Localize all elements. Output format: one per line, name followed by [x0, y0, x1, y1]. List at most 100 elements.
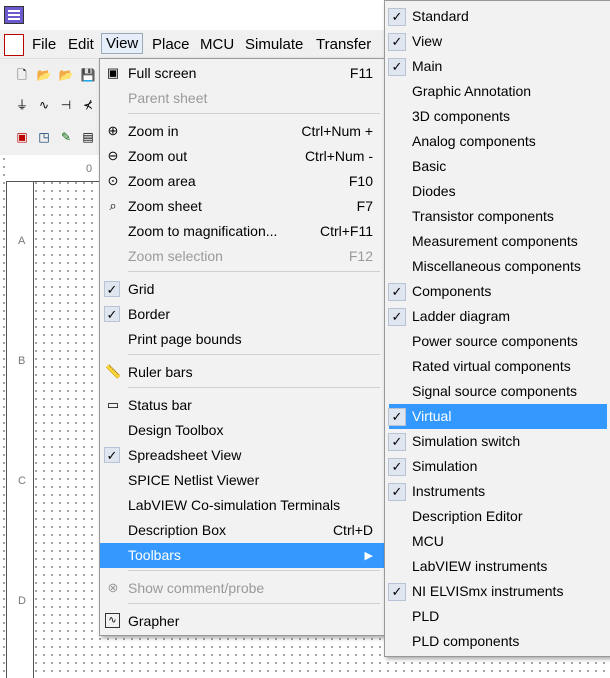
- toolbar-item-ladder-diagram[interactable]: ✓ Ladder diagram: [385, 304, 610, 329]
- transistor-icon[interactable]: ⊀: [80, 97, 96, 113]
- menu-simulate[interactable]: Simulate: [245, 36, 303, 53]
- new-file-icon[interactable]: 🗋: [14, 67, 30, 83]
- toolbar-item-description-editor[interactable]: Description Editor: [385, 504, 610, 529]
- multimeter-icon[interactable]: ▣: [14, 129, 30, 145]
- toolbar-item-signal-source-components[interactable]: Signal source components: [385, 379, 610, 404]
- menu-separator: [128, 570, 380, 571]
- menu-item-status-bar[interactable]: ▭ Status bar: [100, 393, 385, 418]
- title-bar: [0, 0, 386, 30]
- row-label: C: [18, 475, 26, 487]
- diode-icon[interactable]: ⊣: [58, 97, 74, 113]
- toolbar-item-3d-components[interactable]: 3D components: [385, 104, 610, 129]
- toolbar-item-rated-virtual-components[interactable]: Rated virtual components: [385, 354, 610, 379]
- menu-item-ruler-bars[interactable]: 📏 Ruler bars: [100, 360, 385, 385]
- toolbar-item-instruments[interactable]: ✓ Instruments: [385, 479, 610, 504]
- menu-view[interactable]: View: [101, 33, 144, 54]
- toolbar-item-label: Instruments: [412, 483, 486, 499]
- check-icon: ✓: [388, 408, 406, 426]
- menu-separator: [128, 113, 380, 114]
- row-label: D: [18, 595, 26, 607]
- toolbar-item-diodes[interactable]: Diodes: [385, 179, 610, 204]
- toolbar-item-label: PLD components: [412, 633, 520, 649]
- toolbar-item-labview-instruments[interactable]: LabVIEW instruments: [385, 554, 610, 579]
- document-icon[interactable]: [4, 34, 24, 56]
- toolbar-item-pld-components[interactable]: PLD components: [385, 629, 610, 654]
- check-icon: ✓: [388, 33, 406, 51]
- menu-item-show-comment-probe[interactable]: ⊗ Show comment/probe: [100, 576, 385, 601]
- toolbar-item-standard[interactable]: ✓ Standard: [385, 4, 610, 29]
- menu-item-full-screen[interactable]: ▣ Full screen F11: [100, 61, 385, 86]
- function-generator-icon[interactable]: ◳: [36, 129, 52, 145]
- toolbar-item-components[interactable]: ✓ Components: [385, 279, 610, 304]
- menu-item-shortcut: Ctrl+F11: [319, 223, 373, 239]
- toolbar-item-power-source-components[interactable]: Power source components: [385, 329, 610, 354]
- toolbar-item-measurement-components[interactable]: Measurement components: [385, 229, 610, 254]
- oscilloscope-icon[interactable]: ▤: [80, 129, 96, 145]
- menu-item-zoom-sheet[interactable]: ⌕ Zoom sheet F7: [100, 194, 385, 219]
- toolbar-item-analog-components[interactable]: Analog components: [385, 129, 610, 154]
- toolbar-item-label: PLD: [412, 608, 440, 624]
- menu-item-labview-cosim-terminals[interactable]: LabVIEW Co-simulation Terminals: [100, 493, 385, 518]
- zoom-out-icon: ⊖: [107, 148, 119, 163]
- menu-transfer[interactable]: Transfer: [316, 36, 371, 53]
- menu-item-label: Print page bounds: [128, 331, 242, 347]
- resistor-icon[interactable]: ∿: [36, 97, 52, 113]
- menu-item-design-toolbox[interactable]: Design Toolbox: [100, 418, 385, 443]
- open-folder-icon[interactable]: 📂: [36, 67, 52, 83]
- save-icon[interactable]: 💾: [80, 67, 96, 83]
- toolbar-item-label: 3D components: [412, 108, 511, 124]
- toolbar-item-simulation[interactable]: ✓ Simulation: [385, 454, 610, 479]
- menu-item-shortcut: F12: [348, 248, 373, 264]
- menu-item-label: Zoom in: [128, 123, 179, 139]
- menu-file[interactable]: File: [32, 36, 56, 53]
- ruler-tick-label: 0: [86, 163, 93, 175]
- menu-item-toolbars[interactable]: Toolbars ▶: [100, 543, 385, 568]
- menu-item-border[interactable]: ✓ Border: [100, 302, 385, 327]
- toolbar-item-mcu[interactable]: MCU: [385, 529, 610, 554]
- menu-item-zoom-area[interactable]: ⊙ Zoom area F10: [100, 169, 385, 194]
- menu-item-zoom-in[interactable]: ⊕ Zoom in Ctrl+Num +: [100, 119, 385, 144]
- toolbar-item-miscellaneous-components[interactable]: Miscellaneous components: [385, 254, 610, 279]
- menu-item-shortcut: F7: [356, 198, 373, 214]
- app-icon[interactable]: [4, 6, 24, 24]
- grapher-icon: ∿: [105, 613, 120, 628]
- menu-item-zoom-magnification[interactable]: Zoom to magnification... Ctrl+F11: [100, 219, 385, 244]
- check-icon: ✓: [104, 447, 120, 463]
- check-icon: ✓: [388, 458, 406, 476]
- menu-item-label: Zoom selection: [128, 248, 223, 264]
- check-icon: ✓: [104, 306, 120, 322]
- menu-item-zoom-out[interactable]: ⊖ Zoom out Ctrl+Num -: [100, 144, 385, 169]
- toolbar-item-graphic-annotation[interactable]: Graphic Annotation: [385, 79, 610, 104]
- row-label: B: [18, 355, 26, 367]
- menu-item-spreadsheet-view[interactable]: ✓ Spreadsheet View: [100, 443, 385, 468]
- menu-item-spice-netlist-viewer[interactable]: SPICE Netlist Viewer: [100, 468, 385, 493]
- menu-item-parent-sheet[interactable]: Parent sheet: [100, 86, 385, 111]
- open-samples-icon[interactable]: 📂: [58, 67, 74, 83]
- toolbar-item-transistor-components[interactable]: Transistor components: [385, 204, 610, 229]
- menu-place[interactable]: Place: [152, 36, 190, 53]
- toolbar-item-label: Signal source components: [412, 383, 577, 399]
- menu-item-grapher[interactable]: ∿ Grapher: [100, 609, 385, 634]
- toolbar-item-basic[interactable]: Basic: [385, 154, 610, 179]
- menu-item-zoom-selection[interactable]: Zoom selection F12: [100, 244, 385, 269]
- toolbar-item-view[interactable]: ✓ View: [385, 29, 610, 54]
- menu-item-label: Grid: [128, 281, 155, 297]
- toolbar-item-label: Miscellaneous components: [412, 258, 581, 274]
- toolbar-item-simulation-switch[interactable]: ✓ Simulation switch: [385, 429, 610, 454]
- menu-item-description-box[interactable]: Description Box Ctrl+D: [100, 518, 385, 543]
- menu-item-label: LabVIEW Co-simulation Terminals: [128, 497, 341, 513]
- instruments-toolbar: ▣ ◳ ✎ ▤: [0, 124, 100, 150]
- toolbar-item-ni-elvismx-instruments[interactable]: ✓ NI ELVISmx instruments: [385, 579, 610, 604]
- menu-edit[interactable]: Edit: [68, 36, 94, 53]
- toolbar-item-main[interactable]: ✓ Main: [385, 54, 610, 79]
- menu-item-grid[interactable]: ✓ Grid: [100, 277, 385, 302]
- toolbar-item-label: Analog components: [412, 133, 536, 149]
- menu-item-print-page-bounds[interactable]: Print page bounds: [100, 327, 385, 352]
- toolbar-item-label: Power source components: [412, 333, 578, 349]
- toolbar-item-pld[interactable]: PLD: [385, 604, 610, 629]
- toolbar-item-virtual[interactable]: ✓ Virtual: [388, 404, 607, 429]
- menu-mcu[interactable]: MCU: [200, 36, 234, 53]
- toolbar-item-label: LabVIEW instruments: [412, 558, 548, 574]
- probe-icon[interactable]: ✎: [58, 129, 74, 145]
- ground-icon[interactable]: ⏚: [14, 97, 30, 113]
